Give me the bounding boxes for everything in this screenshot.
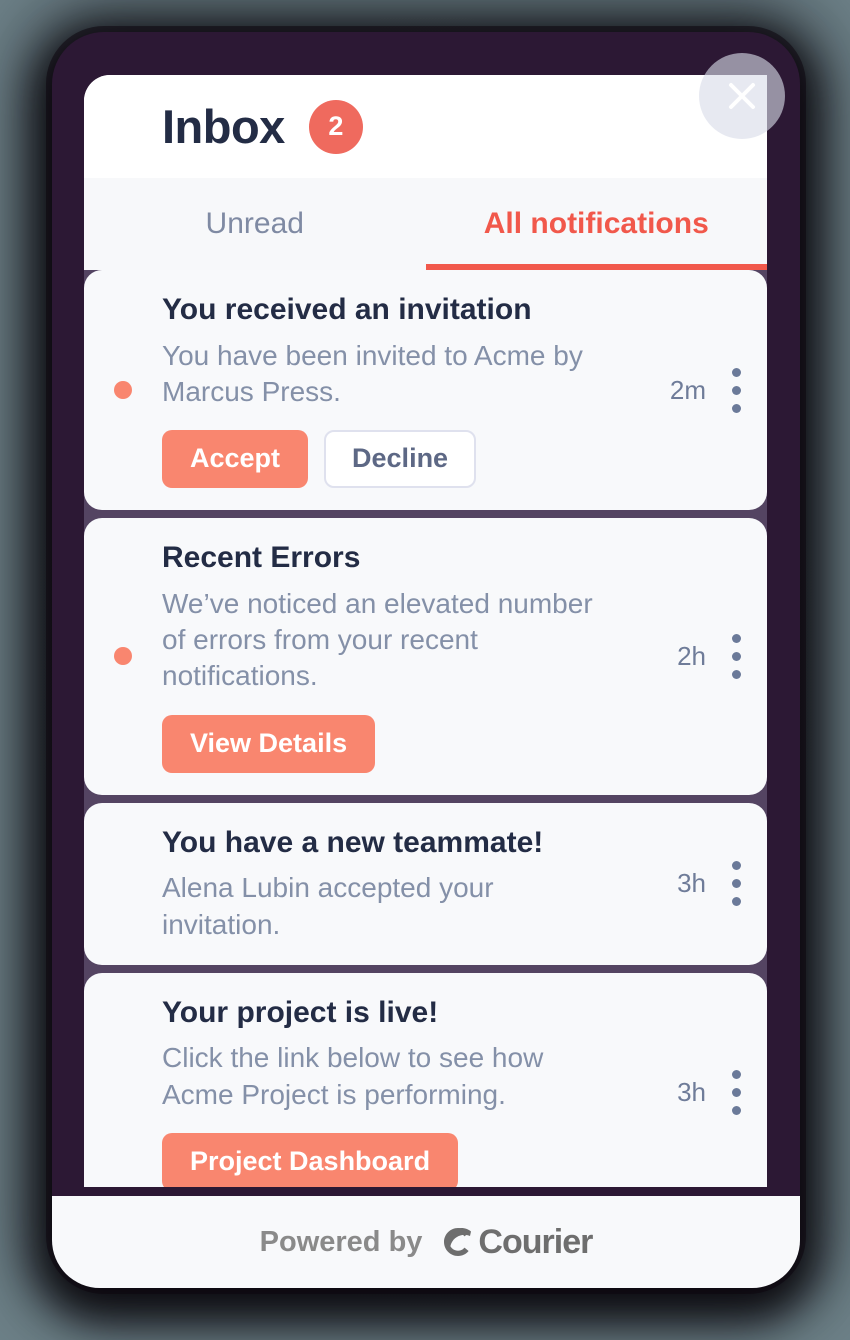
notification-title: You have a new teammate! xyxy=(162,825,544,859)
close-icon xyxy=(729,83,755,109)
notification-timestamp: 3h xyxy=(677,1077,706,1108)
notification-title: Your project is live! xyxy=(162,995,439,1029)
more-vertical-icon[interactable] xyxy=(728,1066,745,1119)
powered-by-label: Powered by xyxy=(259,1225,423,1258)
more-vertical-icon[interactable] xyxy=(728,857,745,910)
notification-actions: Accept Decline xyxy=(162,430,660,489)
unread-count-badge: 2 xyxy=(308,99,363,154)
notification-list[interactable]: You received an invitation You have been … xyxy=(84,270,767,1187)
unread-indicator-slot xyxy=(84,825,162,943)
inbox-footer: Powered by Courier xyxy=(52,1196,800,1288)
unread-indicator-slot xyxy=(84,292,162,488)
notification-text: We’ve noticed an elevated number of erro… xyxy=(162,587,593,692)
notification-body: You have a new teammate! Alena Lubin acce… xyxy=(162,825,677,943)
notification-card[interactable]: You have a new teammate! Alena Lubin acce… xyxy=(84,802,767,965)
notification-actions: Project Dashboard xyxy=(162,1133,667,1187)
notification-meta: 3h xyxy=(677,1066,767,1119)
notification-meta: 3h xyxy=(677,857,767,910)
notification-timestamp: 3h xyxy=(677,868,706,899)
action-button-project-dashboard[interactable]: Project Dashboard xyxy=(162,1133,459,1187)
more-vertical-icon[interactable] xyxy=(728,630,745,683)
dot xyxy=(732,1106,741,1116)
unread-indicator-slot xyxy=(84,995,162,1187)
action-button-view-details[interactable]: View Details xyxy=(162,714,376,773)
notification-card[interactable]: Your project is live! Click the link belo… xyxy=(84,972,767,1187)
inbox-panel: Inbox 2 Unread All notifications You rec… xyxy=(84,75,767,1187)
dot xyxy=(732,669,741,679)
dot xyxy=(732,633,741,643)
notification-text: Alena Lubin accepted your invitation. xyxy=(162,872,494,940)
notification-title: You received an invitation xyxy=(162,293,532,326)
notification-title: Recent Errors xyxy=(162,541,361,575)
notification-text: Click the link below to see how Acme Pro… xyxy=(162,1042,544,1110)
dot xyxy=(732,1070,741,1080)
dot xyxy=(732,861,741,871)
notification-body: You received an invitation You have been … xyxy=(162,292,670,489)
notification-actions: View Details xyxy=(162,714,667,773)
dot xyxy=(732,1088,741,1098)
notification-meta: 2m xyxy=(670,364,767,417)
unread-dot-icon xyxy=(114,647,132,666)
tab-unread[interactable]: Unread xyxy=(84,178,426,270)
notification-card[interactable]: You received an invitation You have been … xyxy=(84,270,767,511)
notification-text: You have been invited to Acme by Marcus … xyxy=(162,339,583,407)
dot xyxy=(732,385,741,395)
unread-indicator-slot xyxy=(84,540,162,772)
action-button-accept[interactable]: Accept xyxy=(162,430,309,489)
dot xyxy=(732,403,741,413)
close-button[interactable] xyxy=(699,53,785,139)
dot xyxy=(732,367,741,377)
notification-body: Your project is live! Click the link belo… xyxy=(162,995,677,1187)
notification-timestamp: 2h xyxy=(677,640,706,671)
dot xyxy=(732,897,741,907)
tab-bar: Unread All notifications xyxy=(84,178,767,270)
dot xyxy=(732,879,741,889)
tab-all-notifications[interactable]: All notifications xyxy=(425,178,768,270)
notification-body: Recent Errors We’ve noticed an elevated n… xyxy=(162,540,677,773)
courier-wordmark: Courier xyxy=(478,1222,593,1261)
unread-dot-icon xyxy=(114,381,132,400)
more-vertical-icon[interactable] xyxy=(728,364,745,417)
action-button-decline[interactable]: Decline xyxy=(324,430,477,489)
courier-logo-icon: Courier xyxy=(438,1222,593,1262)
page-title: Inbox xyxy=(162,100,285,153)
notification-timestamp: 2m xyxy=(669,374,706,405)
inbox-header: Inbox 2 xyxy=(84,75,767,178)
notification-meta: 2h xyxy=(677,630,767,683)
dot xyxy=(732,651,741,661)
notification-card[interactable]: Recent Errors We’ve noticed an elevated n… xyxy=(84,518,767,795)
